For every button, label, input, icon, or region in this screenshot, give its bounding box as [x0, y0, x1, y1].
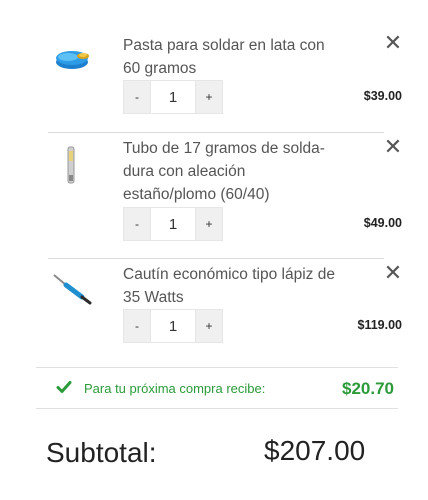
quantity-stepper: - 1 +	[123, 309, 223, 343]
subtotal-value: $207.00	[264, 435, 366, 466]
cart-item: Cautín económico tipo lápiz de 35 Watts …	[48, 258, 402, 353]
increase-quantity-button[interactable]: +	[195, 207, 223, 241]
quantity-stepper: - 1 +	[123, 207, 223, 241]
solder-paste-tin-icon[interactable]	[48, 34, 98, 84]
subtotal-label: Subtotal:	[46, 437, 157, 468]
quantity-value[interactable]: 1	[151, 207, 195, 241]
product-name[interactable]: Cautín económico tipo lápiz de 35 Watts	[123, 263, 338, 309]
close-icon: ✕	[383, 260, 403, 285]
reward-banner: Para tu próxima compra recibe: $20.70	[36, 367, 398, 409]
decrease-quantity-button[interactable]: -	[123, 309, 151, 343]
quantity-stepper: - 1 +	[123, 80, 223, 114]
cart-item: Tubo de 17 gramos de solda-dura con alea…	[48, 132, 402, 242]
remove-item-button[interactable]: ✕	[380, 262, 406, 288]
item-price: $49.00	[363, 216, 402, 230]
item-price: $119.00	[357, 318, 403, 332]
quantity-value[interactable]: 1	[151, 80, 195, 114]
remove-item-button[interactable]: ✕	[380, 32, 406, 58]
increase-quantity-button[interactable]: +	[195, 80, 223, 114]
cart-item: Pasta para soldar en lata con 60 gramos …	[48, 22, 402, 122]
soldering-iron-icon[interactable]	[48, 267, 98, 317]
product-name[interactable]: Tubo de 17 gramos de solda-dura con alea…	[123, 137, 338, 206]
remove-item-button[interactable]: ✕	[380, 136, 406, 162]
reward-amount: $20.70	[342, 379, 394, 398]
product-name[interactable]: Pasta para soldar en lata con 60 gramos	[123, 34, 338, 80]
reward-label: Para tu próxima compra recibe:	[84, 381, 266, 396]
check-icon	[56, 379, 72, 395]
item-price: $39.00	[363, 89, 402, 103]
close-icon: ✕	[383, 134, 403, 159]
decrease-quantity-button[interactable]: -	[123, 80, 151, 114]
solder-tube-icon[interactable]	[48, 141, 98, 191]
decrease-quantity-button[interactable]: -	[123, 207, 151, 241]
close-icon: ✕	[383, 30, 403, 55]
quantity-value[interactable]: 1	[151, 309, 195, 343]
increase-quantity-button[interactable]: +	[195, 309, 223, 343]
